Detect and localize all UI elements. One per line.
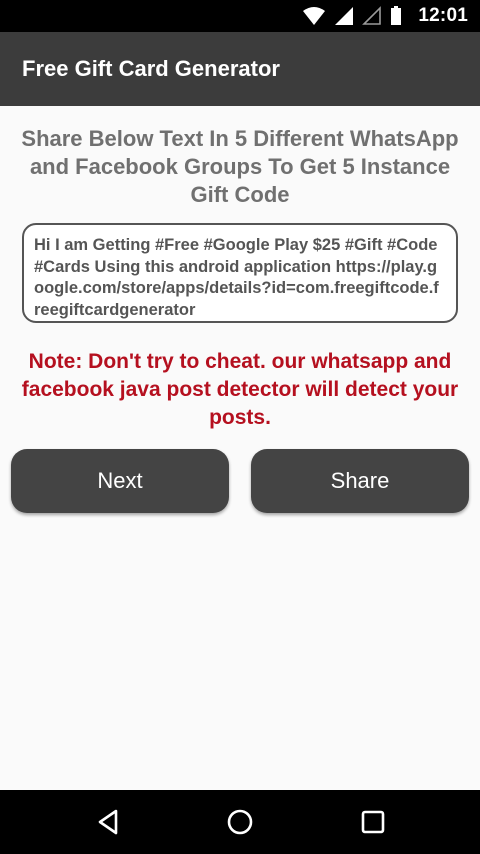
instruction-heading: Share Below Text In 5 Different WhatsApp…	[21, 126, 459, 207]
next-button[interactable]: Next	[11, 449, 229, 513]
home-icon[interactable]	[224, 806, 256, 838]
share-text-box[interactable]: Hi I am Getting #Free #Google Play $25 #…	[22, 223, 458, 323]
back-icon[interactable]	[93, 806, 125, 838]
signal-icon	[334, 6, 354, 26]
wifi-icon	[302, 6, 326, 26]
clock: 12:01	[418, 5, 468, 26]
status-bar: 12:01	[0, 0, 480, 32]
app-bar: Free Gift Card Generator	[0, 32, 480, 106]
recents-icon[interactable]	[357, 806, 389, 838]
status-icons: 12:01	[302, 0, 468, 32]
app-title: Free Gift Card Generator	[22, 56, 280, 81]
share-button[interactable]: Share	[251, 449, 469, 513]
battery-icon	[390, 6, 402, 26]
signal-empty-icon	[362, 6, 382, 26]
navigation-bar	[0, 790, 480, 854]
share-text: Hi I am Getting #Free #Google Play $25 #…	[34, 236, 439, 319]
warning-note: Note: Don't try to cheat. our whatsapp a…	[21, 350, 459, 429]
